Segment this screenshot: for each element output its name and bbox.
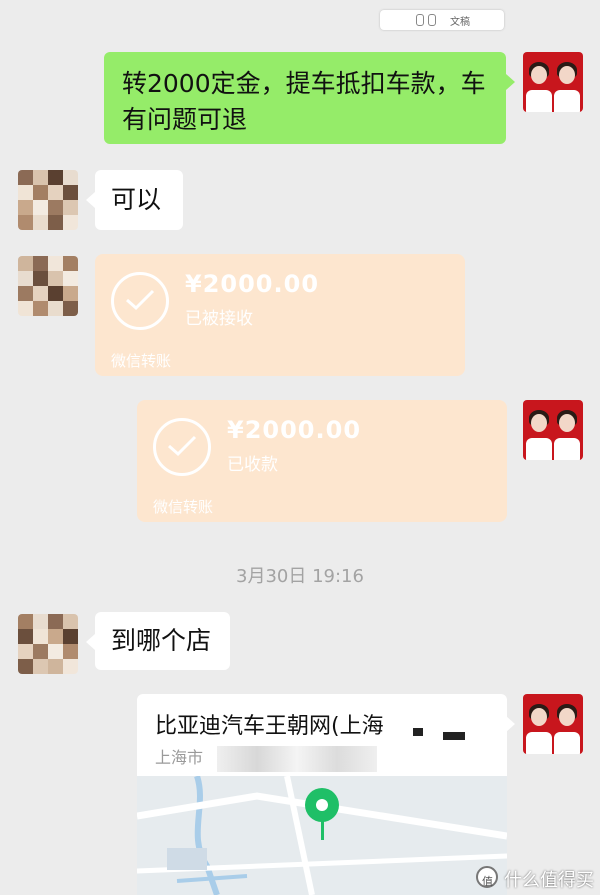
message-text: 转2000定金，提车抵扣车款，车有问题可退 — [122, 69, 486, 134]
bubble-tail — [86, 634, 95, 650]
bubble-tail — [506, 716, 515, 732]
redaction-block — [443, 732, 465, 740]
map-preview[interactable] — [137, 775, 507, 895]
transfer-footer: 微信转账 — [153, 498, 214, 516]
message-text: 到哪个店 — [111, 626, 212, 655]
my-avatar[interactable] — [523, 52, 583, 112]
contact-avatar[interactable] — [18, 256, 78, 316]
top-toolbar-pill: 文稿 — [380, 10, 504, 30]
contact-avatar[interactable] — [18, 614, 78, 674]
watermark-text: 什么值得买 — [504, 870, 594, 891]
redaction-blur — [217, 746, 377, 772]
checkmark-icon — [153, 418, 211, 476]
location-address: 上海市 — [155, 748, 204, 767]
checkmark-icon — [111, 272, 169, 330]
chat-timestamp: 3月30日 19:16 — [236, 566, 364, 587]
transfer-card-received[interactable]: ¥2000.00 已收款 微信转账 — [137, 400, 507, 522]
bubble-tail — [506, 74, 515, 90]
pill-label[interactable]: 文稿 — [450, 13, 470, 28]
contact-avatar[interactable] — [18, 170, 78, 230]
watermark-logo-icon: 值 — [476, 866, 498, 888]
message-bubble-received[interactable]: 到哪个店 — [95, 612, 230, 670]
transfer-card-accepted[interactable]: ¥2000.00 已被接收 微信转账 — [95, 254, 465, 376]
my-avatar[interactable] — [523, 694, 583, 754]
transfer-status: 已收款 — [227, 455, 278, 475]
mic-icon-2[interactable] — [428, 14, 436, 26]
location-pin-stem — [321, 820, 324, 840]
transfer-amount: ¥2000.00 — [227, 416, 362, 444]
my-avatar[interactable] — [523, 400, 583, 460]
location-title: 比亚迪汽车王朝网(上海 — [155, 714, 384, 739]
transfer-footer: 微信转账 — [111, 352, 172, 370]
transfer-amount: ¥2000.00 — [185, 270, 320, 298]
bubble-tail — [86, 192, 95, 208]
message-bubble-sent[interactable]: 转2000定金，提车抵扣车款，车有问题可退 — [104, 52, 506, 144]
location-card[interactable]: 比亚迪汽车王朝网(上海 上海市 — [137, 694, 507, 895]
message-text: 可以 — [111, 185, 162, 214]
transfer-status: 已被接收 — [185, 309, 253, 329]
mic-icon[interactable] — [416, 14, 424, 26]
message-bubble-received[interactable]: 可以 — [95, 170, 183, 230]
redaction-block — [413, 728, 423, 736]
location-pin-icon — [305, 788, 339, 822]
